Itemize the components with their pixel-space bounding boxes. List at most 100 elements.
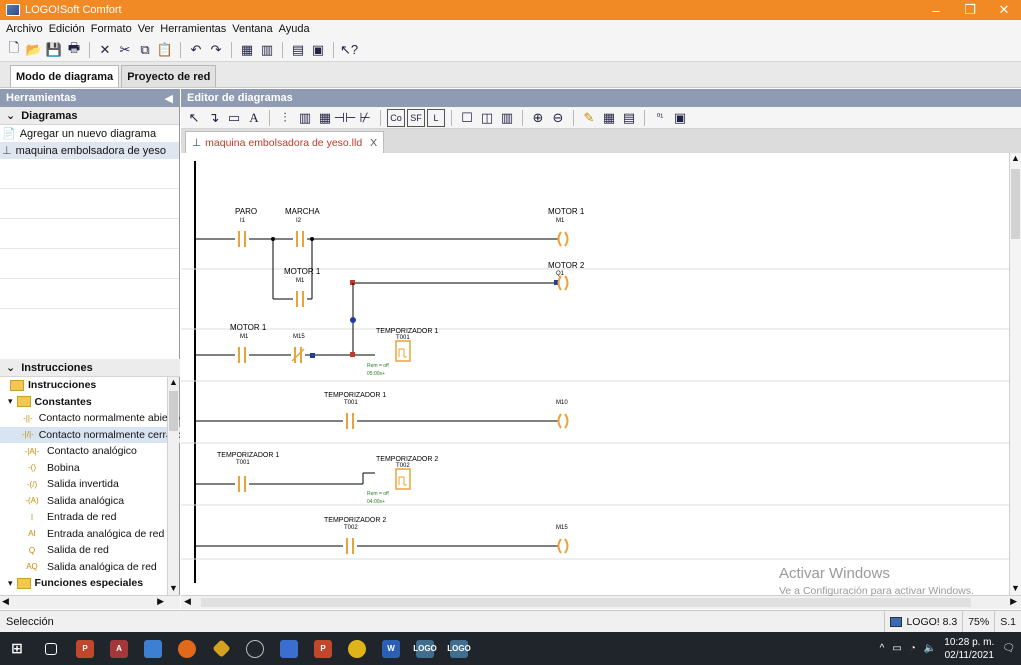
new-icon[interactable]: 🗋: [5, 40, 23, 59]
logo-to-pc-icon[interactable]: ▥: [258, 41, 276, 59]
coil-m10[interactable]: [557, 413, 569, 429]
tree-item[interactable]: AQ Salida analógica de red: [0, 559, 180, 576]
coil-m15[interactable]: [557, 538, 569, 554]
timer1-block[interactable]: [395, 340, 411, 362]
scroll-up-icon[interactable]: ▲: [1010, 153, 1021, 165]
tab-modo-de-diagrama[interactable]: Modo de diagrama: [10, 65, 120, 87]
delete-icon[interactable]: ✕: [96, 41, 114, 59]
contact-timer1[interactable]: [343, 413, 357, 429]
save-icon[interactable]: 💾: [45, 41, 63, 59]
scroll-up-icon[interactable]: ▲: [168, 377, 179, 389]
menu-herramientas[interactable]: Herramientas: [157, 23, 229, 35]
l-icon[interactable]: L: [427, 108, 445, 127]
file-explorer-icon[interactable]: [136, 632, 170, 665]
tree-vertical-scrollbar[interactable]: ▲ ▼: [167, 377, 179, 595]
zoom-status[interactable]: 75%: [962, 611, 994, 632]
online-test-icon[interactable]: ▣: [309, 41, 327, 59]
menu-ventana[interactable]: Ventana: [229, 23, 275, 35]
scroll-thumb[interactable]: [201, 598, 971, 607]
contact-motor1-r3[interactable]: [235, 347, 249, 363]
help-cursor-icon[interactable]: ↖?: [340, 41, 358, 59]
tree-folder[interactable]: ▾ Funciones especiales: [0, 575, 180, 592]
zoom-in-icon[interactable]: ⊕: [529, 109, 547, 127]
contact-nc-icon[interactable]: ⊬: [356, 109, 374, 127]
undo-icon[interactable]: ↶: [187, 41, 205, 59]
sf-icon[interactable]: SF: [407, 108, 425, 127]
connect-tool-icon[interactable]: ↴: [205, 109, 223, 127]
close-tab-icon[interactable]: X: [370, 137, 377, 149]
chevron-up-icon[interactable]: ^: [880, 643, 885, 654]
maximize-button[interactable]: ❐: [953, 0, 987, 20]
editor-vertical-scrollbar[interactable]: ▲ ▼: [1009, 153, 1021, 595]
powerpoint-icon[interactable]: P: [68, 632, 102, 665]
tree-item[interactable]: -(A) Salida analógica: [0, 493, 180, 510]
notification-icon[interactable]: 🗨: [1002, 643, 1015, 654]
editor-horizontal-scrollbar[interactable]: ◀ ▶: [181, 595, 1021, 609]
scroll-right-icon[interactable]: ▶: [1010, 596, 1017, 607]
tree-item[interactable]: AI Entrada analógica de red: [0, 526, 180, 543]
triple-view-icon[interactable]: ▥: [498, 109, 516, 127]
contact-paro[interactable]: [235, 231, 249, 247]
align-vertical-icon[interactable]: ▦: [316, 109, 334, 127]
battery-icon[interactable]: ▭: [892, 643, 901, 654]
ladder-canvas[interactable]: PARO I1 MARCHA I2 MOTOR 1 M1 MOTOR 1 M1 …: [181, 153, 1021, 595]
minimize-button[interactable]: –: [919, 0, 953, 20]
volume-icon[interactable]: 🔈: [924, 643, 936, 654]
tree-item[interactable]: -|A|- Contacto analógico: [0, 443, 180, 460]
menu-archivo[interactable]: Archivo: [3, 23, 46, 35]
expand-icon[interactable]: ▾: [8, 396, 13, 407]
cut-icon[interactable]: ✂: [116, 41, 134, 59]
instructions-section-header[interactable]: ⌄ Instrucciones: [0, 359, 180, 377]
simulation-icon[interactable]: ▤: [289, 41, 307, 59]
diagram-item-maquina[interactable]: ⊥ maquina embolsadora de yeso: [0, 142, 179, 159]
open-icon[interactable]: 📂: [25, 41, 43, 59]
text-tool-icon[interactable]: A: [245, 109, 263, 127]
scroll-thumb[interactable]: [1011, 169, 1020, 239]
scroll-down-icon[interactable]: ▼: [1010, 583, 1021, 595]
menu-formato[interactable]: Formato: [88, 23, 135, 35]
add-diagram-item[interactable]: 📄 Agregar un nuevo diagrama: [0, 125, 179, 142]
access-icon[interactable]: A: [102, 632, 136, 665]
powerpoint-icon[interactable]: P: [306, 632, 340, 665]
tree-item[interactable]: -|/|- Contacto normalmente cerrado: [0, 426, 180, 443]
task-view-icon[interactable]: [34, 632, 68, 665]
contact-m15-nc[interactable]: [291, 347, 305, 363]
paste-icon[interactable]: 📋: [156, 41, 174, 59]
chrome-icon[interactable]: [340, 632, 374, 665]
logo-soft-icon[interactable]: LOGO: [442, 632, 476, 665]
app-icon[interactable]: [204, 632, 238, 665]
logo-soft-icon[interactable]: LOGO: [408, 632, 442, 665]
split-connection-icon[interactable]: ⫶: [276, 109, 294, 127]
tab-diagram-file[interactable]: ⊥ maquina embolsadora de yeso.lld X: [185, 131, 385, 153]
contact-marcha[interactable]: [293, 231, 307, 247]
select-tool-icon[interactable]: ↖: [185, 109, 203, 127]
word-icon[interactable]: W: [374, 632, 408, 665]
tree-item[interactable]: -() Bobina: [0, 460, 180, 477]
menu-edicion[interactable]: Edición: [46, 23, 88, 35]
contact-timer1-r5[interactable]: [235, 476, 249, 492]
pen-icon[interactable]: ✎: [580, 109, 598, 127]
contact-no-icon[interactable]: ⊣⊢: [334, 109, 357, 127]
grid-icon[interactable]: ▦: [600, 109, 618, 127]
blue-app-icon[interactable]: [272, 632, 306, 665]
browser-icon[interactable]: [170, 632, 204, 665]
device-status[interactable]: LOGO! 8.3: [884, 611, 962, 632]
collapse-pane-icon[interactable]: ◀: [165, 92, 173, 105]
tree-item[interactable]: Q Salida de red: [0, 542, 180, 559]
print-icon[interactable]: 🖶: [65, 40, 83, 59]
wifi-icon[interactable]: ◔: [910, 643, 916, 654]
network-icon[interactable]: ▣: [671, 109, 689, 127]
tree-item[interactable]: -(/) Salida invertida: [0, 476, 180, 493]
coil-motor1[interactable]: [557, 231, 569, 247]
scroll-down-icon[interactable]: ▼: [168, 583, 179, 595]
pane-horizontal-scrollbar[interactable]: ◀ ▶: [0, 595, 180, 609]
copy-icon[interactable]: ⧉: [136, 41, 154, 59]
close-button[interactable]: ✕: [987, 0, 1021, 20]
co-icon[interactable]: Co: [387, 108, 405, 127]
scroll-left-icon[interactable]: ◀: [2, 596, 9, 607]
zoom-out-icon[interactable]: ⊖: [549, 109, 567, 127]
expand-icon[interactable]: ▾: [8, 578, 13, 589]
tab-proyecto-de-red[interactable]: Proyecto de red: [121, 65, 217, 87]
single-view-icon[interactable]: ☐: [458, 109, 476, 127]
media-icon[interactable]: [238, 632, 272, 665]
